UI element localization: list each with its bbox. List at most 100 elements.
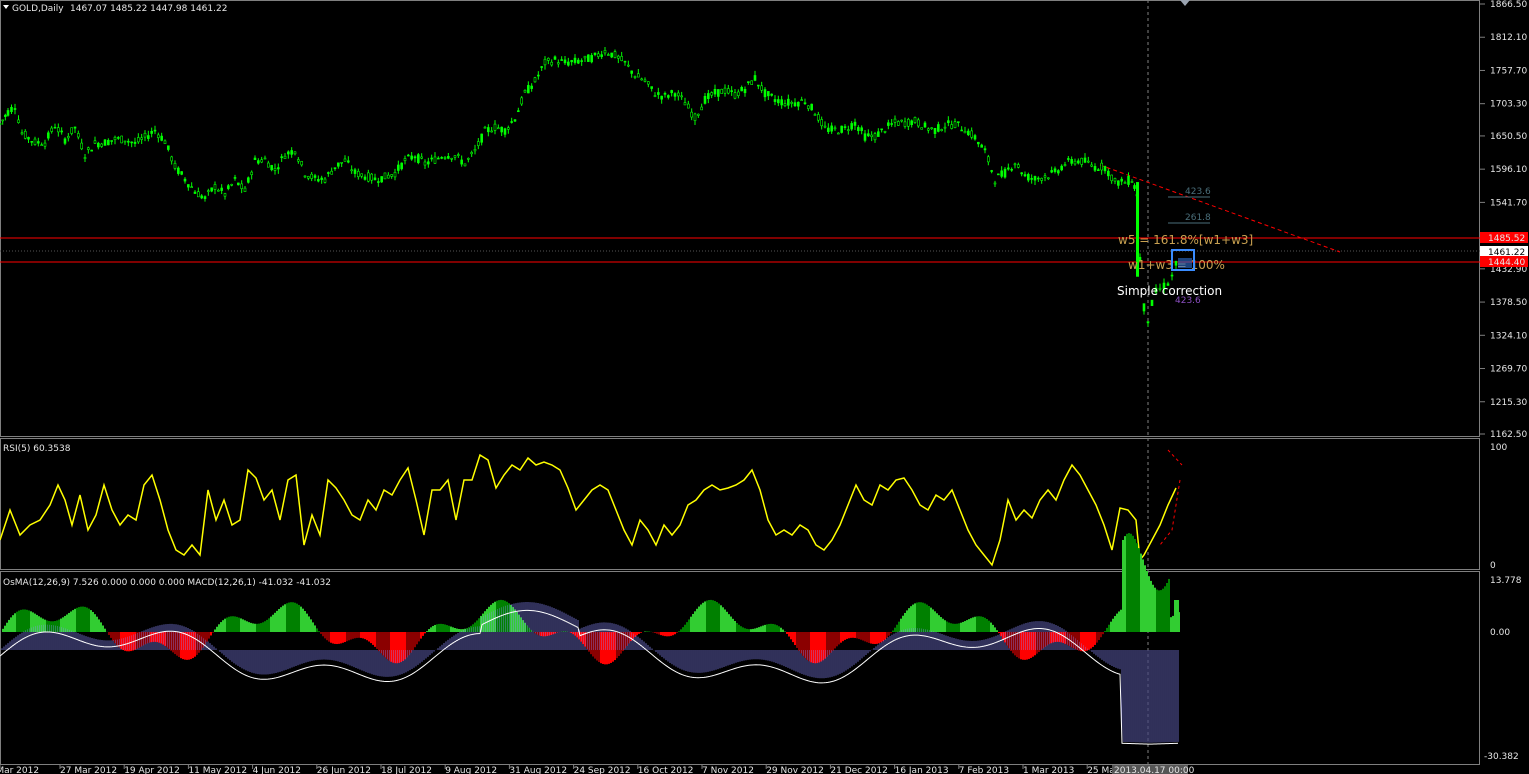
- osma-bar: [796, 632, 798, 648]
- osma-bar: [228, 616, 230, 632]
- osma-bar: [320, 632, 322, 634]
- osma-bar: [790, 632, 792, 640]
- candle-body: [483, 126, 487, 129]
- candle-body: [460, 159, 463, 165]
- osma-bar: [910, 606, 912, 632]
- candle-body: [1013, 163, 1017, 166]
- osma-bar: [442, 624, 444, 632]
- osma-bar: [640, 632, 642, 633]
- osma-bar: [104, 628, 106, 632]
- candle-body: [43, 142, 47, 147]
- time-label: 27 Mar 2012: [60, 766, 117, 774]
- candle-body: [150, 130, 153, 134]
- osma-bar: [278, 608, 280, 632]
- osma-bar: [96, 616, 98, 632]
- osma-bar: [330, 632, 332, 643]
- candle-body: [827, 127, 830, 132]
- candle-body: [447, 156, 450, 159]
- osma-bar: [348, 632, 350, 641]
- candle-body: [353, 169, 357, 174]
- osma-bar: [282, 605, 284, 632]
- candle-body: [490, 130, 493, 133]
- osma-bar: [1112, 618, 1114, 632]
- osma-bar: [10, 617, 12, 632]
- rsi-label: RSI(5) 60.3538: [3, 444, 71, 454]
- osma-bar: [376, 632, 378, 649]
- osma-bar: [702, 602, 704, 632]
- time-label: 11 May 2012: [188, 766, 247, 774]
- candle-body: [733, 92, 737, 99]
- osma-bar: [110, 632, 112, 638]
- candle-body: [550, 61, 553, 66]
- osma-bar: [646, 631, 648, 632]
- gold-chart[interactable]: 423.6 261.8 w5 = 161.8%[w1+w3] w1+w3 = 1…: [0, 0, 1529, 774]
- osma-bar: [710, 599, 712, 632]
- osma-bar: [1090, 632, 1092, 649]
- osma-bar: [1110, 621, 1112, 632]
- osma-bar: [664, 632, 666, 637]
- osma-bar: [970, 618, 972, 632]
- osma-bar: [856, 632, 858, 639]
- dropdown-icon[interactable]: [3, 5, 9, 9]
- scroll-marker-icon[interactable]: [1180, 0, 1190, 6]
- candle-body: [563, 59, 567, 64]
- osma-bar: [978, 616, 980, 632]
- osma-bar: [108, 632, 110, 635]
- osma-bar: [1102, 632, 1104, 635]
- candle-body: [263, 157, 267, 160]
- osma-bar: [698, 606, 700, 632]
- candle-body: [787, 98, 790, 106]
- candle-body: [433, 156, 437, 164]
- candle-body: [720, 88, 723, 94]
- osma-bar: [224, 618, 226, 632]
- osma-bar: [78, 607, 80, 632]
- osma-bar: [248, 622, 250, 632]
- osma-bar: [206, 632, 208, 642]
- osma-bar: [638, 632, 640, 634]
- osma-bar: [410, 632, 412, 653]
- price-tick-label: 1215.30: [1490, 398, 1527, 408]
- candle-body: [443, 157, 447, 159]
- osma-bar: [974, 616, 976, 632]
- osma-bar: [940, 617, 942, 632]
- osma-bar: [738, 624, 740, 632]
- candle-body: [430, 157, 433, 160]
- candle-body: [193, 191, 197, 194]
- osma-bar: [2, 628, 4, 632]
- candle-body: [813, 114, 817, 116]
- candle-body: [333, 167, 337, 169]
- osma-bar: [1156, 589, 1158, 632]
- osma-bar: [298, 604, 300, 632]
- horizontal-lines[interactable]: [0, 237, 1480, 263]
- osma-bar: [674, 632, 676, 635]
- candle-body: [100, 143, 103, 147]
- osma-bar: [706, 600, 708, 632]
- candle-body: [1097, 169, 1100, 171]
- candle-body: [1027, 174, 1030, 181]
- osma-bar: [834, 632, 836, 649]
- osma-bar: [666, 632, 668, 637]
- candle-body: [140, 137, 143, 140]
- osma-bar: [730, 616, 732, 632]
- time-axis: 22 Mar 2012 27 Mar 2012 19 Apr 2012 11 May …: [0, 765, 1144, 774]
- candle-body: [373, 177, 377, 181]
- osma-bar: [74, 608, 76, 632]
- osma-bar: [444, 624, 446, 632]
- osma-bar: [82, 606, 84, 632]
- osma-bar: [346, 632, 348, 642]
- candle-body: [663, 93, 667, 95]
- osma-bar: [866, 632, 868, 643]
- candle-body: [207, 190, 210, 192]
- candle-body: [1117, 180, 1120, 186]
- candle-body: [1150, 299, 1154, 306]
- ohlc-label: 1467.07 1485.22 1447.98 1461.22: [70, 4, 227, 14]
- candle-body: [1003, 168, 1007, 178]
- candle-body: [1040, 177, 1043, 181]
- candle-body: [480, 133, 483, 143]
- osma-bar: [356, 632, 358, 638]
- candle-body: [270, 165, 273, 171]
- osma-bar: [412, 632, 414, 651]
- osma-bar: [948, 622, 950, 632]
- osma-bar: [6, 622, 8, 632]
- osma-bar: [232, 616, 234, 632]
